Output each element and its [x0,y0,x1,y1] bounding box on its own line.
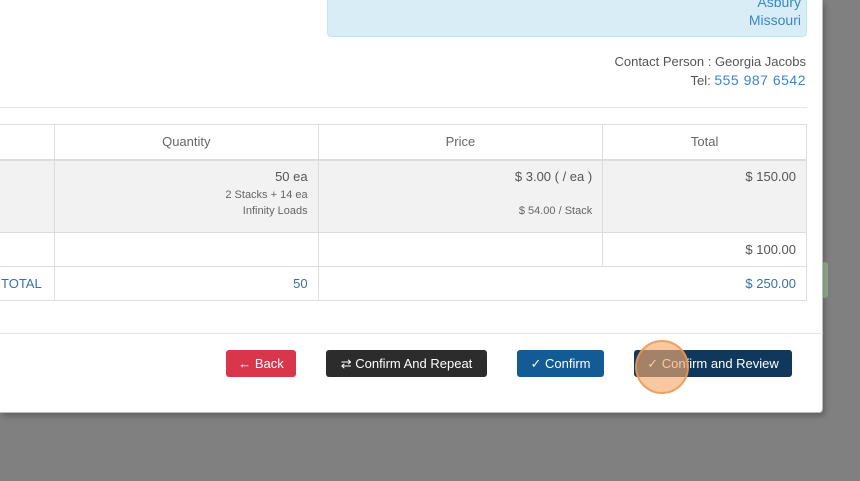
total-cell: $ 150.00 [602,159,807,233]
contact-label: Contact Person [614,54,705,69]
price-per-stack: $ 54.00 / Stack [518,204,593,217]
quantity-value: 50 ea [275,168,308,184]
address-box: Asbury Missouri [327,0,807,37]
back-button[interactable]: ← Back [226,350,296,377]
confirm-and-review-button[interactable]: ✓ Confirm and Review [634,350,792,377]
refresh-icon: ⇄ [340,356,352,371]
total-quantity: 50 [53,266,319,301]
tel-label: Tel: [690,73,711,88]
header-total: Total [602,124,807,161]
contact-info: Contact Person : Georgia Jacobs Tel: 555… [614,54,806,88]
table-header-row: Quantity Price Total [0,124,807,161]
check-icon: ✓ [647,356,659,371]
price-value: $ 3.00 ( / ea ) [514,168,593,184]
total-label: TOTAL [0,266,55,301]
confirm-and-repeat-button[interactable]: ⇄ Confirm And Repeat [326,350,487,377]
table-row: $ 100.00 [0,232,807,267]
header-quantity: Quantity [53,124,319,161]
price-cell: $ 3.00 ( / ea ) $ 54.00 / Stack [317,159,604,233]
quantity-cell: 50 ea 2 Stacks + 14 ea Infinity Loads [53,159,319,233]
divider [0,107,807,108]
table-row: 50 ea 2 Stacks + 14 ea Infinity Loads $ … [0,159,807,233]
header-price: Price [317,124,604,161]
total-row: TOTAL 50 $ 250.00 [0,266,808,301]
quantity-detail: 2 Stacks + 14 ea [225,188,308,201]
order-confirm-modal: Asbury Missouri Contact Person : Georgia… [0,0,823,413]
address-city: Asbury [757,0,801,10]
arrow-left-icon: ← [238,356,252,371]
contact-name: Georgia Jacobs [714,54,806,69]
tel-link[interactable]: 555 987 6542 [714,72,806,88]
address-state: Missouri [748,12,801,28]
quantity-company: Infinity Loads [242,204,308,217]
total-cell: $ 100.00 [602,232,807,267]
check-icon: ✓ [530,356,542,371]
footer-divider [0,333,823,334]
items-table: Quantity Price Total 50 ea 2 Stacks + 14… [0,124,808,301]
grand-total: $ 250.00 [317,266,808,301]
edge-highlight [822,262,828,298]
confirm-button[interactable]: ✓ Confirm [517,350,604,377]
header-item [0,124,55,161]
